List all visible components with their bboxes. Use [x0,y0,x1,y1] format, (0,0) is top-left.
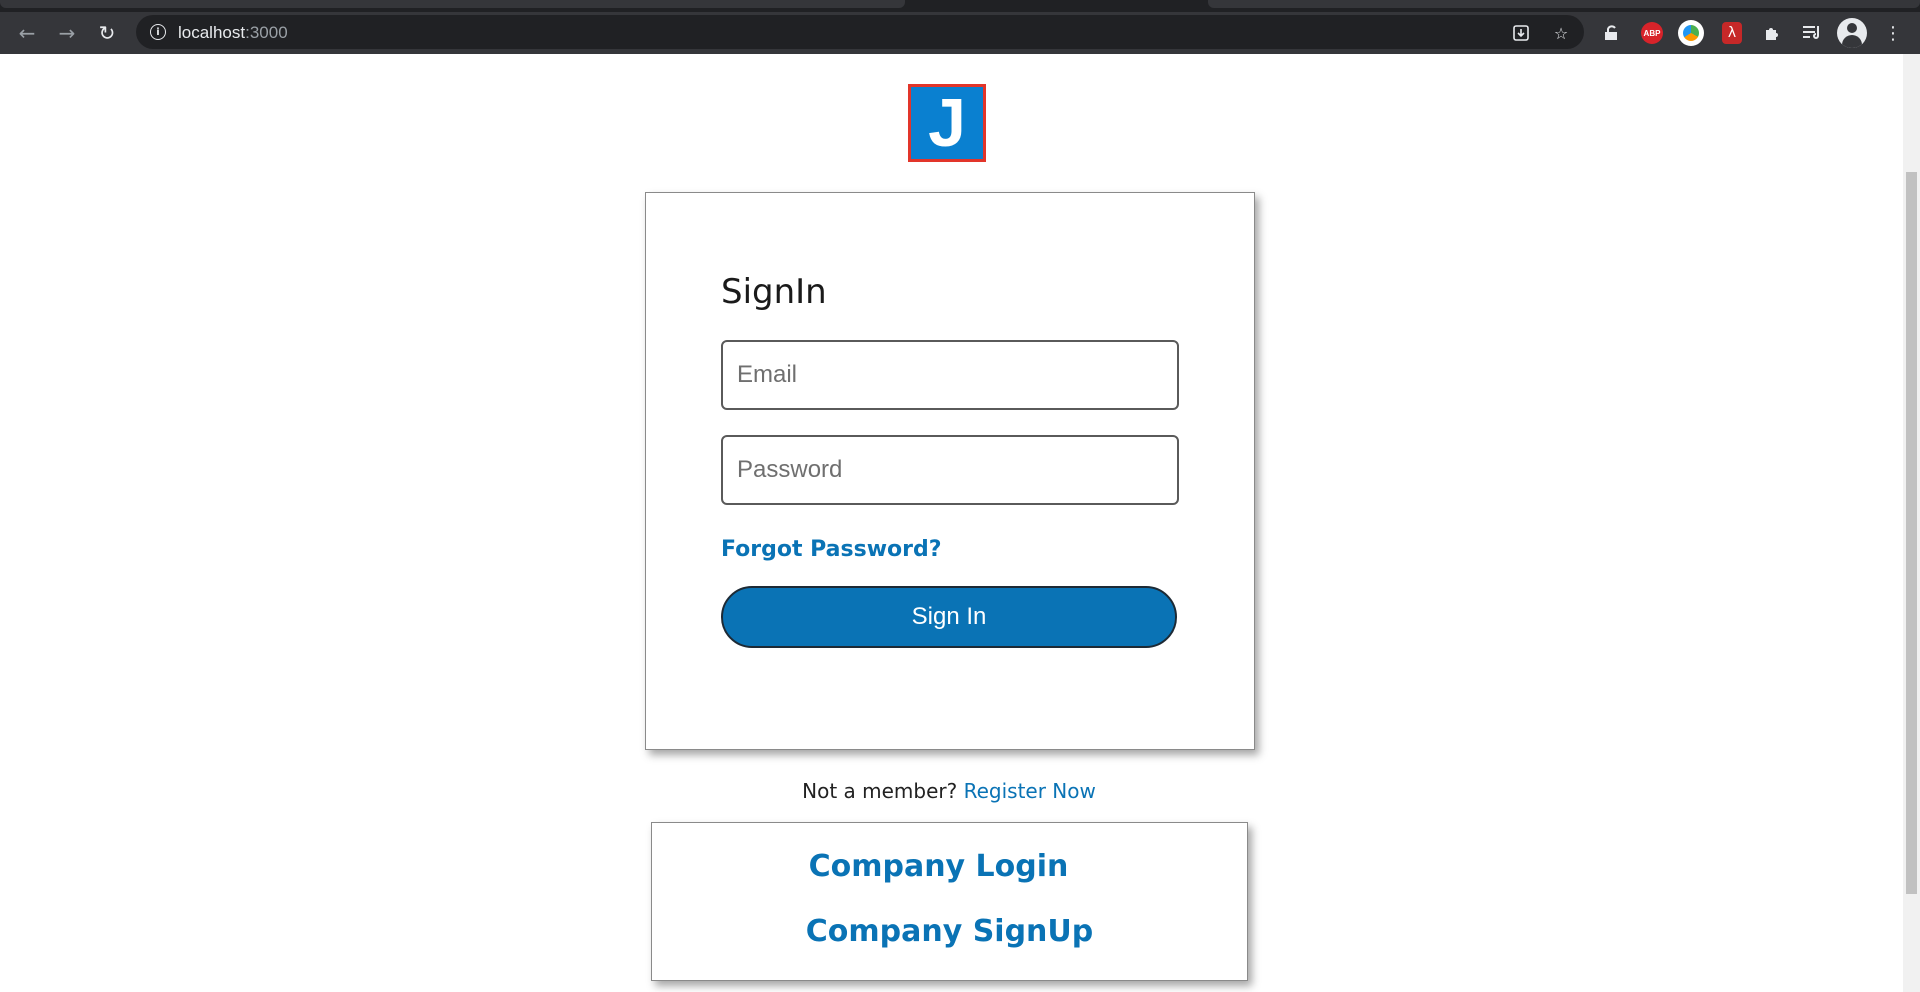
sign-in-button[interactable]: Sign In [721,586,1177,648]
arrow-left-icon: ← [18,21,36,45]
logo: J [908,84,986,162]
address-url[interactable]: localhost:3000 [178,23,288,43]
register-prompt-text: Not a member? [802,779,958,803]
browser-chrome: ← → ↻ i localhost:3000 ☆ ABP λ ⋮ [0,0,1920,54]
forgot-password-link[interactable]: Forgot Password? [721,537,942,562]
company-signup-link[interactable]: Company SignUp [652,914,1247,949]
company-links-box: Company Login Company SignUp [651,822,1248,981]
abp-label: ABP [1643,28,1661,38]
star-icon[interactable]: ☆ [1550,22,1572,44]
page-viewport: J SignIn Forgot Password? Sign In Not a … [0,54,1920,992]
back-button[interactable]: ← [13,19,41,47]
arrow-right-icon: → [58,21,76,45]
reload-icon: ↻ [98,21,116,45]
reading-list-icon[interactable] [1799,20,1825,46]
kebab-menu-icon[interactable]: ⋮ [1880,20,1906,46]
tab-strip [0,0,1920,12]
profile-icon[interactable] [1837,18,1867,48]
signin-heading: SignIn [721,272,827,312]
password-field[interactable] [721,435,1179,505]
register-prompt: Not a member? Register Now [0,779,1898,803]
address-bar[interactable]: i localhost:3000 ☆ [136,15,1584,49]
signin-card: SignIn Forgot Password? Sign In [645,192,1255,750]
register-now-link[interactable]: Register Now [964,779,1096,803]
adblock-extension-icon[interactable]: ABP [1641,22,1663,44]
url-host: localhost [178,23,246,42]
company-login-link[interactable]: Company Login [652,849,1247,884]
tab-edge-left[interactable] [0,0,905,8]
lock-icon[interactable] [1598,20,1624,46]
info-icon[interactable]: i [150,24,166,40]
puzzle-icon[interactable] [1759,20,1785,46]
install-icon[interactable] [1510,22,1532,44]
email-field[interactable] [721,340,1179,410]
forward-button[interactable]: → [53,19,81,47]
page-scrollbar[interactable] [1903,54,1920,992]
browser-toolbar: ← → ↻ i localhost:3000 ☆ ABP λ ⋮ [0,12,1920,54]
scrollbar-thumb[interactable] [1906,172,1917,894]
reload-button[interactable]: ↻ [93,19,121,47]
tab-edge-right[interactable] [1208,0,1920,8]
globe-extension-icon[interactable] [1678,20,1704,46]
pdf-extension-icon[interactable]: λ [1722,22,1742,44]
url-port: :3000 [245,23,288,42]
